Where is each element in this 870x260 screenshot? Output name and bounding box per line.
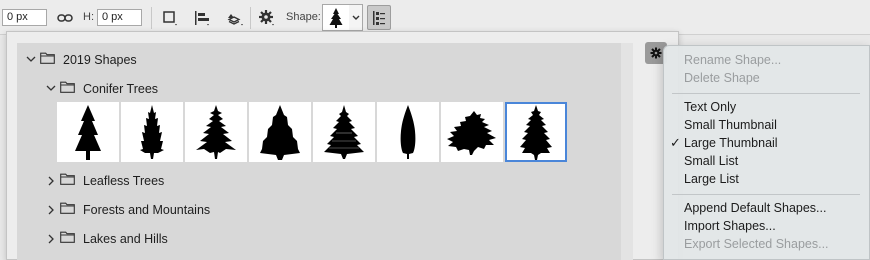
conifer-tree-4-icon xyxy=(260,105,300,160)
checkmark-icon: ✓ xyxy=(670,135,681,150)
shape-picker-swatch[interactable] xyxy=(322,4,350,31)
folder-row[interactable]: Lakes and Hills xyxy=(17,224,621,253)
shape-label: Shape: xyxy=(286,11,321,23)
shape-thumbnail[interactable] xyxy=(441,102,503,162)
chevron-down-icon[interactable] xyxy=(25,56,37,63)
conifer-tree-1-icon xyxy=(75,105,101,160)
align-edges-toggle[interactable] xyxy=(367,5,391,30)
menu-item-delete-shape[interactable]: Delete Shape xyxy=(684,69,760,87)
conifer-tree-2-icon xyxy=(140,105,164,159)
folder-icon xyxy=(60,231,75,246)
shapes-panel: 2019 Shapes Conifer Trees Leafless Trees… xyxy=(6,31,679,260)
menu-item-rename-shape[interactable]: Rename Shape... xyxy=(684,51,781,69)
folder-icon xyxy=(40,52,55,67)
conifer-tree-6-icon xyxy=(400,105,416,159)
shape-thumbnail[interactable] xyxy=(57,102,119,162)
chevron-right-icon[interactable] xyxy=(45,234,57,244)
folder-icon xyxy=(60,173,75,188)
menu-item-large-thumbnail[interactable]: Large Thumbnail xyxy=(684,134,778,152)
align-edges-icon xyxy=(373,10,385,25)
shape-list: 2019 Shapes Conifer Trees Leafless Trees… xyxy=(17,43,621,260)
height-field[interactable]: 0 px xyxy=(97,9,142,26)
shape-thumbnail[interactable] xyxy=(121,102,183,162)
scrollbar-track[interactable] xyxy=(621,43,633,260)
chevron-down-icon xyxy=(352,15,359,20)
path-arrangement-icon[interactable] xyxy=(224,8,244,28)
width-field[interactable]: 0 px xyxy=(2,9,47,26)
conifer-tree-3-icon xyxy=(196,105,236,159)
shape-thumbnail[interactable] xyxy=(249,102,311,162)
shape-picker-dropdown[interactable] xyxy=(349,4,363,31)
folder-row[interactable]: Leafless Trees xyxy=(17,166,621,195)
menu-item-append-default-shapes[interactable]: Append Default Shapes... xyxy=(684,199,826,217)
conifer-tree-5-icon xyxy=(324,105,364,159)
menu-item-small-thumbnail[interactable]: Small Thumbnail xyxy=(684,116,777,134)
conifer-tree-7-icon xyxy=(447,111,496,155)
chevron-right-icon[interactable] xyxy=(45,176,57,186)
toolbar-divider xyxy=(250,7,251,29)
menu-item-import-shapes[interactable]: Import Shapes... xyxy=(684,217,776,235)
thumbnail-grid xyxy=(55,101,613,163)
menu-divider xyxy=(672,194,860,195)
menu-item-export-selected-shapes[interactable]: Export Selected Shapes... xyxy=(684,235,829,253)
folder-row[interactable]: Forests and Mountains xyxy=(17,195,621,224)
menu-divider xyxy=(672,93,860,94)
chevron-down-icon[interactable] xyxy=(45,85,57,92)
chevron-right-icon[interactable] xyxy=(45,205,57,215)
folder-label: Conifer Trees xyxy=(83,81,159,96)
folder-label: 2019 Shapes xyxy=(63,52,137,67)
height-label: H: xyxy=(83,11,94,23)
folder-label: Lakes and Hills xyxy=(83,231,168,246)
options-toolbar: 0 px H: 0 px Shape: xyxy=(0,0,870,35)
folder-label: Forests and Mountains xyxy=(83,202,211,217)
folder-icon xyxy=(60,81,75,96)
shape-thumbnail[interactable] xyxy=(377,102,439,162)
path-operations-icon[interactable] xyxy=(160,8,180,28)
folder-row[interactable]: 2019 Shapes xyxy=(17,45,621,74)
menu-item-text-only[interactable]: Text Only xyxy=(684,98,736,116)
folder-icon xyxy=(60,202,75,217)
link-icon[interactable] xyxy=(55,8,75,28)
panel-options-menu: Rename Shape... Delete Shape Text Only S… xyxy=(663,45,870,260)
shape-thumbnail[interactable] xyxy=(313,102,375,162)
menu-item-small-list[interactable]: Small List xyxy=(684,152,738,170)
conifer-tree-swatch-icon xyxy=(329,8,343,28)
toolbar-divider xyxy=(151,7,152,29)
conifer-tree-8-icon xyxy=(520,105,552,160)
menu-item-large-list[interactable]: Large List xyxy=(684,170,739,188)
folder-row[interactable]: Conifer Trees xyxy=(17,74,621,103)
gear-icon xyxy=(650,47,662,59)
folder-label: Leafless Trees xyxy=(83,173,165,188)
shape-thumbnail[interactable] xyxy=(185,102,247,162)
gear-icon[interactable] xyxy=(257,8,277,28)
shape-thumbnail-selected[interactable] xyxy=(505,102,567,162)
path-alignment-icon[interactable] xyxy=(192,8,212,28)
